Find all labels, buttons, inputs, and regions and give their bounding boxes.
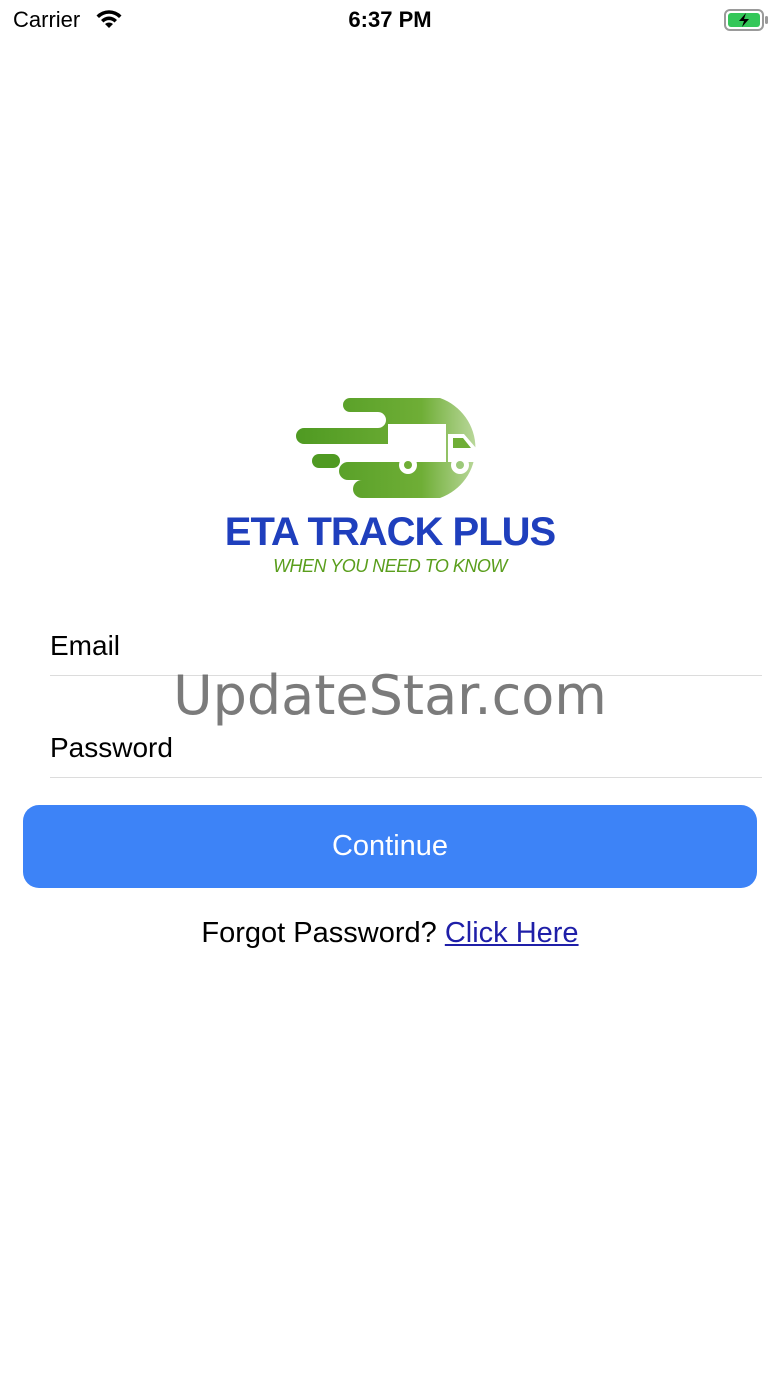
email-field[interactable] [50, 616, 762, 675]
clock: 6:37 PM [348, 7, 432, 32]
forgot-password-link[interactable]: Click Here [445, 917, 579, 949]
logo-tagline: WHEN YOU NEED TO KNOW [273, 556, 507, 576]
battery-charging-icon [724, 9, 768, 31]
logo-title: ETA TRACK PLUS [224, 510, 556, 554]
status-bar: Carrier 6:37 PM [0, 0, 780, 40]
password-field-container [50, 718, 762, 778]
delivery-truck-icon [296, 398, 476, 498]
password-field[interactable] [50, 718, 762, 777]
forgot-password-prompt: Forgot Password? [201, 917, 437, 949]
continue-button[interactable]: Continue [23, 805, 757, 888]
email-field-container [50, 616, 762, 676]
forgot-password-row: Forgot Password? Click Here [0, 917, 780, 950]
